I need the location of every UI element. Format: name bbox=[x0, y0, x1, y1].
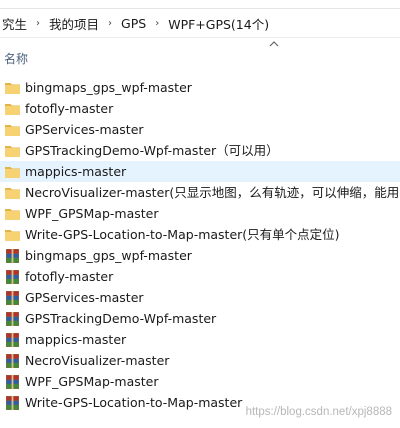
breadcrumb-item[interactable]: GPS bbox=[119, 16, 148, 31]
archive-row[interactable]: WPF_GPSMap-master bbox=[0, 371, 400, 392]
folder-row[interactable]: fotofly-master bbox=[0, 98, 400, 119]
folder-row[interactable]: mappics-master bbox=[0, 161, 400, 182]
file-name-label: GPSTrackingDemo-Wpf-master bbox=[25, 311, 217, 326]
folder-row[interactable]: NecroVisualizer-master(只显示地图，么有轨迹，可以伸缩，能… bbox=[0, 182, 400, 203]
file-name-label: WPF_GPSMap-master bbox=[25, 374, 159, 389]
folder-icon bbox=[4, 143, 22, 159]
folder-icon bbox=[4, 101, 22, 117]
archive-icon bbox=[4, 290, 22, 306]
column-header-name[interactable]: 名称 bbox=[4, 49, 28, 69]
breadcrumb-separator-icon[interactable]: › bbox=[32, 18, 44, 29]
file-name-label: GPServices-master bbox=[25, 122, 144, 137]
archive-icon bbox=[4, 269, 22, 285]
archive-icon bbox=[4, 395, 22, 411]
breadcrumb-separator-icon[interactable]: › bbox=[104, 18, 116, 29]
archive-row[interactable]: bingmaps_gps_wpf-master bbox=[0, 245, 400, 266]
file-name-label: mappics-master bbox=[25, 164, 127, 179]
archive-icon bbox=[4, 311, 22, 327]
archive-row[interactable]: GPSTrackingDemo-Wpf-master bbox=[0, 308, 400, 329]
folder-icon bbox=[4, 122, 22, 138]
file-name-label: WPF_GPSMap-master bbox=[25, 206, 159, 221]
archive-row[interactable]: NecroVisualizer-master bbox=[0, 350, 400, 371]
file-name-label: fotofly-master bbox=[25, 269, 114, 284]
breadcrumb-separator-icon[interactable]: › bbox=[151, 18, 163, 29]
file-name-label: GPServices-master bbox=[25, 290, 144, 305]
breadcrumb-item[interactable]: 我的项目 bbox=[47, 14, 101, 33]
folder-row[interactable]: bingmaps_gps_wpf-master bbox=[0, 77, 400, 98]
file-name-label: mappics-master bbox=[25, 332, 127, 347]
address-bar[interactable]: 究生 › 我的项目 › GPS › WPF+GPS(14个) bbox=[0, 9, 400, 38]
folder-icon bbox=[4, 164, 22, 180]
sort-chevron-row bbox=[0, 38, 400, 52]
folder-icon bbox=[4, 80, 22, 96]
file-name-label: fotofly-master bbox=[25, 101, 114, 116]
folder-row[interactable]: GPSTrackingDemo-Wpf-master（可以用） bbox=[0, 140, 400, 161]
breadcrumb-item[interactable]: WPF+GPS(14个) bbox=[166, 14, 271, 33]
ribbon-strip bbox=[0, 0, 400, 9]
watermark: https://blog.csdn.net/xpj8888 bbox=[245, 406, 392, 418]
file-name-label: NecroVisualizer-master bbox=[25, 353, 170, 368]
archive-row[interactable]: GPServices-master bbox=[0, 287, 400, 308]
folder-icon bbox=[4, 185, 22, 201]
folder-row[interactable]: WPF_GPSMap-master bbox=[0, 203, 400, 224]
archive-icon bbox=[4, 374, 22, 390]
folder-icon bbox=[4, 206, 22, 222]
file-name-label: Write-GPS-Location-to-Map-master(只有单个点定位… bbox=[25, 227, 340, 242]
archive-icon bbox=[4, 353, 22, 369]
folder-icon bbox=[4, 227, 22, 243]
file-list: bingmaps_gps_wpf-master fotofly-master GPS… bbox=[0, 77, 400, 413]
breadcrumb-item[interactable]: 究生 bbox=[0, 14, 29, 33]
folder-row[interactable]: GPServices-master bbox=[0, 119, 400, 140]
archive-icon bbox=[4, 248, 22, 264]
archive-row[interactable]: mappics-master bbox=[0, 329, 400, 350]
explorer-window: 究生 › 我的项目 › GPS › WPF+GPS(14个) 名称 bingma… bbox=[0, 0, 400, 428]
file-name-label: GPSTrackingDemo-Wpf-master（可以用） bbox=[25, 143, 279, 158]
file-name-label: NecroVisualizer-master(只显示地图，么有轨迹，可以伸缩，能… bbox=[25, 185, 400, 200]
file-name-label: bingmaps_gps_wpf-master bbox=[25, 80, 192, 95]
file-name-label: Write-GPS-Location-to-Map-master bbox=[25, 395, 243, 410]
chevron-up-icon[interactable] bbox=[268, 39, 280, 49]
archive-row[interactable]: fotofly-master bbox=[0, 266, 400, 287]
archive-icon bbox=[4, 332, 22, 348]
folder-row[interactable]: Write-GPS-Location-to-Map-master(只有单个点定位… bbox=[0, 224, 400, 245]
file-name-label: bingmaps_gps_wpf-master bbox=[25, 248, 192, 263]
